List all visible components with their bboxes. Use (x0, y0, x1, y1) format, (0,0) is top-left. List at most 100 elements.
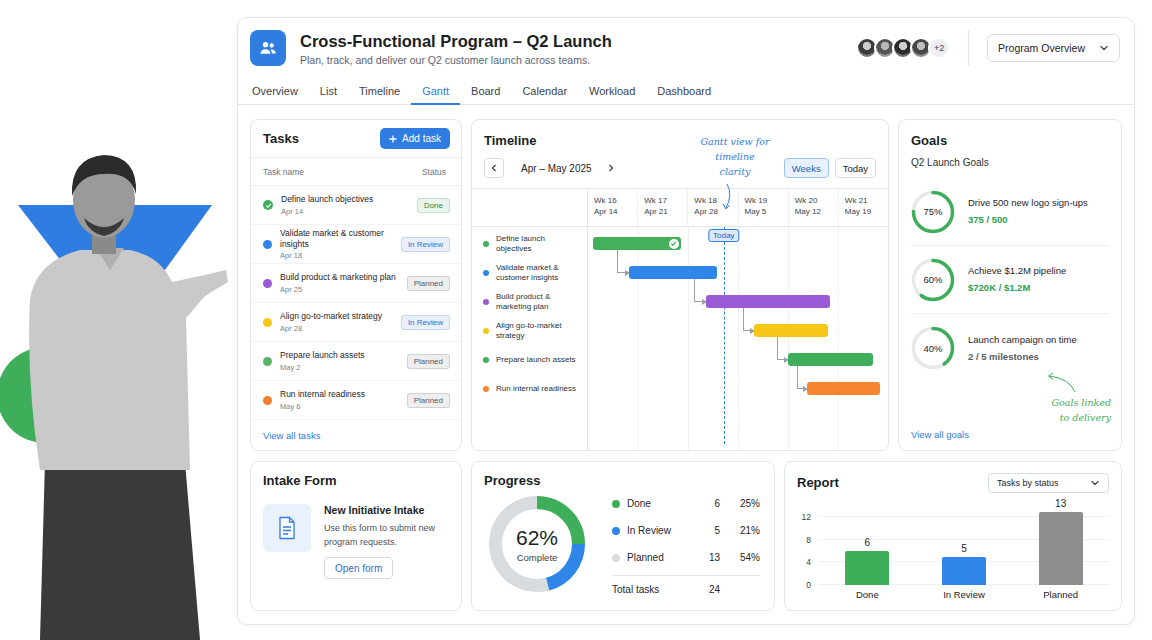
bar[interactable] (845, 551, 889, 585)
intake-title: Intake Form (263, 472, 453, 490)
gantt-bar[interactable] (788, 353, 873, 366)
prev-button[interactable] (484, 158, 504, 178)
progress-panel: Progress62%CompleteDone625%In Review521%… (471, 461, 775, 611)
bar-value: 6 (819, 537, 916, 548)
gantt-bar[interactable] (593, 237, 681, 250)
task-info: Validate market & customer insightsApr 1… (280, 228, 393, 260)
status-badge: Planned (407, 276, 450, 291)
task-row[interactable]: Run internal readinessMay 6Planned (251, 381, 461, 420)
bar-label: Done (819, 589, 916, 600)
gantt-row (588, 287, 888, 316)
view-button[interactable]: Weeks (784, 158, 829, 178)
bar-slot: 5 (916, 506, 1013, 585)
dependency-arrow (777, 337, 788, 360)
gantt-bar[interactable] (629, 266, 717, 279)
grid-line (788, 227, 789, 450)
goal-item[interactable]: 40%Launch campaign on time2 / 5 mileston… (911, 314, 1109, 382)
task-row[interactable]: Build product & marketing plan Apr 25 Plan… (251, 264, 461, 303)
gantt-track: Today (588, 227, 888, 450)
task-info: Run internal readinessMay 6 (280, 389, 399, 411)
task-row[interactable]: Validate market & customer insightsApr 1… (251, 225, 461, 264)
progress-body: 62%CompleteDone625%In Review521%Planned1… (484, 496, 762, 602)
view-select[interactable]: Program Overview (987, 34, 1120, 62)
task-date: May 2 (280, 363, 399, 372)
next-button[interactable] (604, 158, 618, 178)
week-column: Wk 21May 19 (838, 189, 888, 226)
goals-title: Goals (911, 132, 1109, 150)
task-name: Prepare launch assets (280, 350, 399, 361)
tasks-title: Tasks (263, 130, 299, 148)
column-header: Status (422, 167, 446, 177)
legend-row: Planned1354% (612, 544, 760, 571)
goal-item[interactable]: 60%Achieve $1.2M pipeline$720K / $1.2M (911, 246, 1109, 314)
tab[interactable]: Dashboard (646, 79, 722, 105)
gantt-label-text: Define launch objectives (496, 234, 581, 254)
week-column: Wk 17Apr 21 (637, 189, 687, 226)
task-date: Apr 25 (280, 285, 399, 294)
task-date: Apr 28 (280, 324, 393, 333)
tab[interactable]: List (309, 79, 348, 105)
gantt-bar[interactable] (754, 324, 828, 337)
form-icon-box (263, 504, 311, 552)
tab[interactable]: Board (460, 79, 511, 105)
goal-ring: 75% (911, 190, 955, 234)
tab[interactable]: Gantt (411, 79, 460, 105)
gantt-dot (483, 357, 489, 363)
chevron-down-icon (1090, 478, 1100, 488)
gantt-bar[interactable] (706, 295, 830, 308)
complete-label: Complete (517, 552, 558, 563)
gantt-bar[interactable] (807, 382, 880, 395)
report-select[interactable]: Tasks by status (988, 473, 1109, 493)
report-header: ReportTasks by status (797, 472, 1109, 494)
add-task-button[interactable]: Add task (380, 128, 450, 149)
tab[interactable]: Timeline (348, 79, 411, 105)
legend-row: In Review521% (612, 517, 760, 544)
open-form-button[interactable]: Open form (324, 557, 393, 579)
tab[interactable]: Workload (578, 79, 646, 105)
bar[interactable] (942, 557, 986, 585)
bar-value: 5 (916, 543, 1013, 554)
more-members[interactable]: +2 (928, 37, 950, 59)
goals-footer: View all goals (911, 429, 1109, 440)
grid-line (688, 227, 689, 450)
bar[interactable] (1039, 512, 1083, 585)
task-row[interactable]: Prepare launch assetsMay 2Planned (251, 342, 461, 381)
view-all-tasks-link[interactable]: View all tasks (263, 430, 320, 441)
legend-dot (612, 500, 620, 508)
status-badge: In Review (401, 315, 450, 330)
task-date: May 6 (280, 402, 399, 411)
tab[interactable]: Calendar (511, 79, 578, 105)
goal-text: Launch campaign on time2 / 5 milestones (968, 334, 1077, 363)
goal-title: Launch campaign on time (968, 334, 1077, 346)
view-all-goals-link[interactable]: View all goals (911, 429, 1109, 440)
dependency-arrow (797, 366, 808, 389)
intake-text: New Initiative IntakeUse this form to su… (324, 504, 453, 579)
tab[interactable]: Overview (241, 79, 309, 105)
gantt-row (588, 258, 888, 287)
goals-panel: GoalsQ2 Launch Goals75%Drive 500 new log… (898, 119, 1122, 451)
goal-text: Achieve $1.2M pipeline$720K / $1.2M (968, 265, 1066, 294)
tasks-header: Tasks Add task (251, 120, 461, 158)
bar-slot: 13 (1012, 506, 1109, 585)
tab-bar: OverviewListTimelineGanttBoardCalendarWo… (238, 79, 1134, 105)
gantt-dot (483, 328, 489, 334)
dependency-arrow (617, 250, 628, 273)
member-avatars[interactable]: +2 (856, 37, 950, 59)
chevron-right-icon (607, 164, 615, 172)
view-button[interactable]: Today (835, 158, 876, 178)
legend-percent: 21% (720, 525, 760, 536)
task-row[interactable]: Align go-to-market strategyApr 28In Revi… (251, 303, 461, 342)
plus-icon (389, 135, 397, 143)
gantt-label: Run internal readiness (472, 374, 587, 403)
gantt-body: Define launch objectivesValidate market … (472, 227, 888, 450)
task-row[interactable]: Define launch objectivesApr 14Done (251, 186, 461, 225)
today-marker: Today (708, 229, 739, 242)
y-tick: 4 (806, 557, 811, 567)
goal-item[interactable]: 75%Drive 500 new logo sign-ups375 / 500 (911, 178, 1109, 246)
task-name: Build product & marketing plan (280, 272, 399, 283)
status-dot (263, 240, 272, 249)
y-tick: 0 (806, 580, 811, 590)
status-dot (263, 318, 272, 327)
header: Cross-Functional Program – Q2 LaunchPlan… (238, 18, 1134, 66)
check-icon (263, 200, 273, 210)
